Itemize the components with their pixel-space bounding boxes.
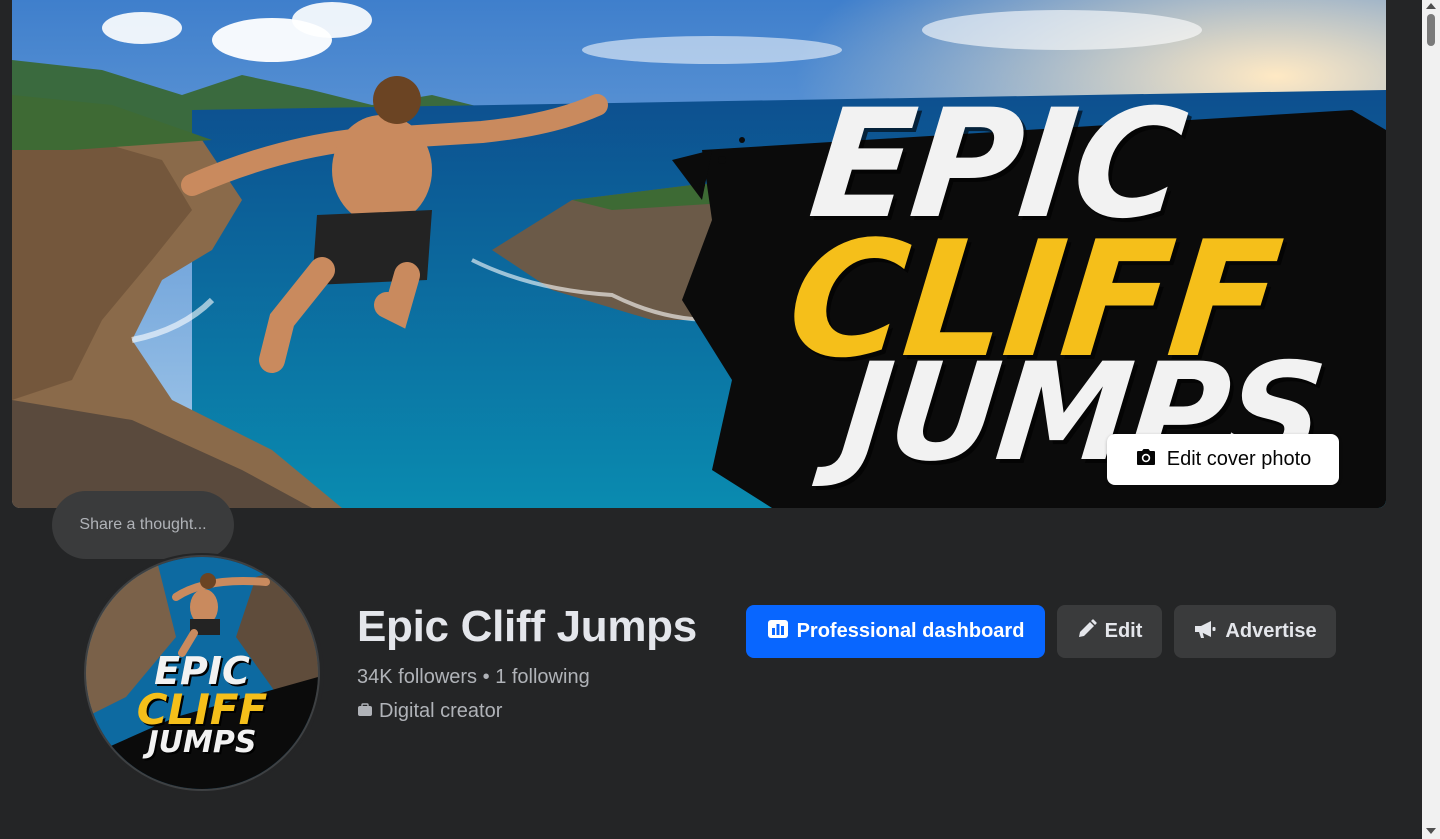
profile-page: EPIC CLIFF JUMPS Edit cover photo Share …: [0, 0, 1422, 839]
following-link[interactable]: 1 following: [495, 666, 590, 688]
professional-dashboard-label: Professional dashboard: [796, 620, 1025, 642]
page-scrollbar[interactable]: [1422, 0, 1440, 839]
edit-cover-photo-label: Edit cover photo: [1166, 448, 1312, 470]
scroll-thumb[interactable]: [1427, 14, 1435, 46]
page-title: Epic Cliff Jumps: [357, 602, 697, 651]
category-label: Digital creator: [379, 700, 503, 722]
advertise-button[interactable]: Advertise: [1174, 605, 1336, 658]
pencil-icon: [1077, 618, 1097, 645]
profile-avatar[interactable]: EPIC CLIFF JUMPS: [80, 553, 324, 793]
advertise-label: Advertise: [1225, 620, 1317, 642]
professional-dashboard-button[interactable]: Professional dashboard: [746, 605, 1045, 658]
camera-icon: [1135, 447, 1157, 473]
share-thought-placeholder: Share a thought...: [79, 516, 207, 533]
scroll-down-arrow-icon[interactable]: [1426, 828, 1436, 834]
cover-photo[interactable]: EPIC CLIFF JUMPS: [12, 0, 1386, 508]
edit-page-button[interactable]: Edit: [1057, 605, 1162, 658]
page-category: Digital creator: [357, 700, 502, 723]
share-thought-bubble[interactable]: Share a thought...: [52, 491, 234, 559]
edit-cover-photo-button[interactable]: Edit cover photo: [1107, 434, 1339, 485]
followers-link[interactable]: 34K followers: [357, 666, 477, 688]
bar-chart-icon: [767, 619, 789, 645]
avatar-image: EPIC CLIFF JUMPS: [84, 555, 320, 791]
follow-separator: •: [477, 666, 496, 688]
megaphone-icon: [1193, 619, 1217, 645]
scroll-up-arrow-icon[interactable]: [1426, 3, 1436, 9]
follow-stats: 34K followers • 1 following: [357, 666, 590, 689]
briefcase-icon: [357, 700, 373, 723]
avatar-title-jumps: JUMPS: [147, 725, 257, 760]
edit-page-label: Edit: [1104, 620, 1143, 642]
